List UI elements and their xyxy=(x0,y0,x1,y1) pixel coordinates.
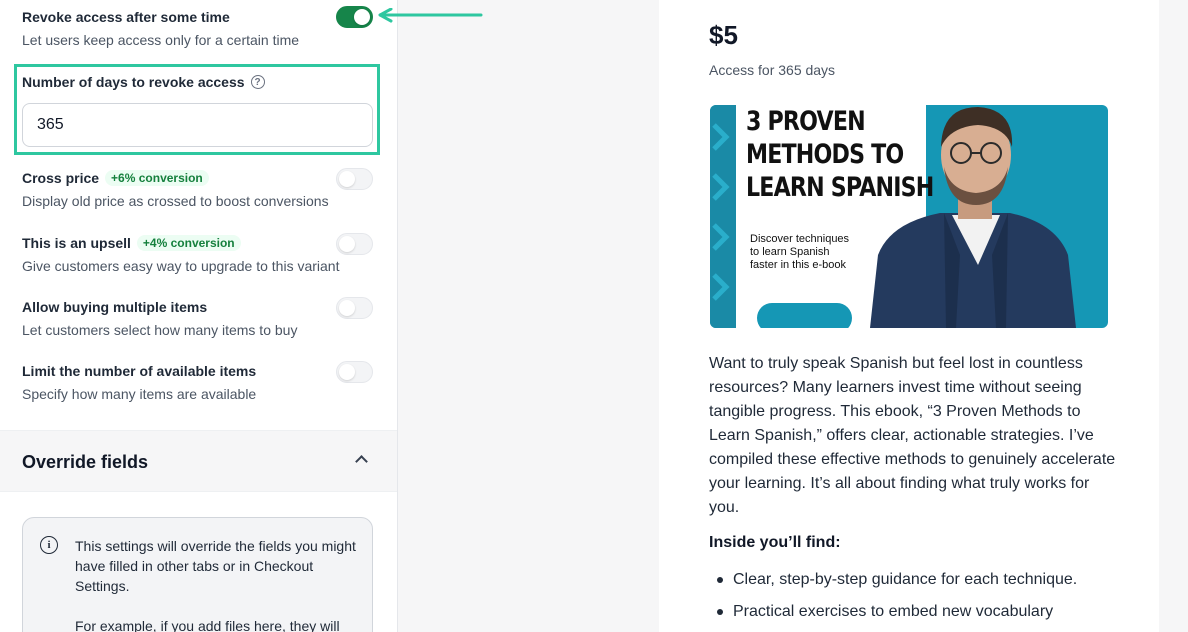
limit-items-desc: Specify how many items are available xyxy=(22,386,257,402)
variant-settings-panel: Revoke access after some time Let users … xyxy=(0,0,398,632)
chevron-pattern-icon xyxy=(712,123,730,301)
product-preview: $5 Access for 365 days 3 PROVEN METHODS … xyxy=(659,0,1159,632)
cover-subtitle-line: faster in this e-book xyxy=(750,259,846,271)
upsell-title: This is an upsell xyxy=(22,235,131,251)
upsell-toggle[interactable] xyxy=(336,233,373,255)
inside-heading: Inside you’ll find: xyxy=(709,534,841,551)
upsell-title-row: This is an upsell +4% conversion xyxy=(22,234,374,252)
days-label-text: Number of days to revoke access xyxy=(22,74,245,90)
override-fields-title: Override fields xyxy=(22,452,149,472)
toggle-knob xyxy=(339,300,355,316)
person-portrait-icon xyxy=(870,107,1076,328)
limit-items-setting: Limit the number of available items Spec… xyxy=(22,362,374,402)
cover-subtitle-line: to learn Spanish xyxy=(750,246,830,258)
feature-list: Clear, step-by-step guidance for each te… xyxy=(715,568,1115,632)
list-item: Practical exercises to embed new vocabul… xyxy=(715,600,1115,624)
toggle-knob xyxy=(339,171,355,187)
help-icon[interactable]: ? xyxy=(250,75,265,89)
cover-button-shape xyxy=(757,303,852,328)
override-info-box: i This settings will override the fields… xyxy=(22,517,373,632)
access-duration: Access for 365 days xyxy=(709,62,836,78)
limit-items-title: Limit the number of available items xyxy=(22,363,257,379)
revoke-access-title: Revoke access after some time xyxy=(22,9,230,25)
conversion-badge: +4% conversion xyxy=(136,235,241,251)
multiple-items-toggle[interactable] xyxy=(336,297,373,319)
price: $5 xyxy=(709,20,738,50)
limit-items-toggle[interactable] xyxy=(336,361,373,383)
multiple-items-title: Allow buying multiple items xyxy=(22,299,208,315)
cross-price-desc: Display old price as crossed to boost co… xyxy=(22,193,329,209)
chevron-up-icon[interactable] xyxy=(355,455,368,468)
override-fields-header[interactable]: Override fields xyxy=(0,430,397,492)
cover-subtitle: Discover techniques to learn Spanish fas… xyxy=(750,233,849,272)
toggle-knob xyxy=(339,236,355,252)
toggle-knob xyxy=(354,9,370,25)
cross-price-setting: Cross price +6% conversion Display old p… xyxy=(22,169,374,209)
toggle-knob xyxy=(339,364,355,380)
override-info-text: This settings will override the fields y… xyxy=(75,538,356,594)
revoke-access-setting: Revoke access after some time Let users … xyxy=(22,8,374,48)
upsell-setting: This is an upsell +4% conversion Give cu… xyxy=(22,234,374,274)
multiple-items-desc: Let customers select how many items to b… xyxy=(22,322,298,338)
upsell-desc: Give customers easy way to upgrade to th… xyxy=(22,258,340,274)
ebook-cover-image: 3 PROVEN METHODS TO LEARN SPANISH Discov… xyxy=(710,105,1108,328)
cover-subtitle-line: Discover techniques xyxy=(750,233,850,245)
list-item: Clear, step-by-step guidance for each te… xyxy=(715,568,1115,592)
revoke-access-toggle[interactable] xyxy=(336,6,373,28)
revoke-access-desc: Let users keep access only for a certain… xyxy=(22,32,300,48)
days-to-revoke-input[interactable] xyxy=(22,103,373,147)
override-info-text-example: For example, if you add files here, they… xyxy=(75,618,340,632)
cross-price-title: Cross price xyxy=(22,170,100,186)
info-icon: i xyxy=(40,536,58,554)
cross-price-title-row: Cross price +6% conversion xyxy=(22,169,374,187)
multiple-items-setting: Allow buying multiple items Let customer… xyxy=(22,298,374,338)
arrow-left-icon xyxy=(378,8,483,23)
conversion-badge: +6% conversion xyxy=(105,170,209,186)
cross-price-toggle[interactable] xyxy=(336,168,373,190)
product-description: Want to truly speak Spanish but feel los… xyxy=(709,355,1116,516)
days-field-label: Number of days to revoke access ? xyxy=(22,74,265,90)
